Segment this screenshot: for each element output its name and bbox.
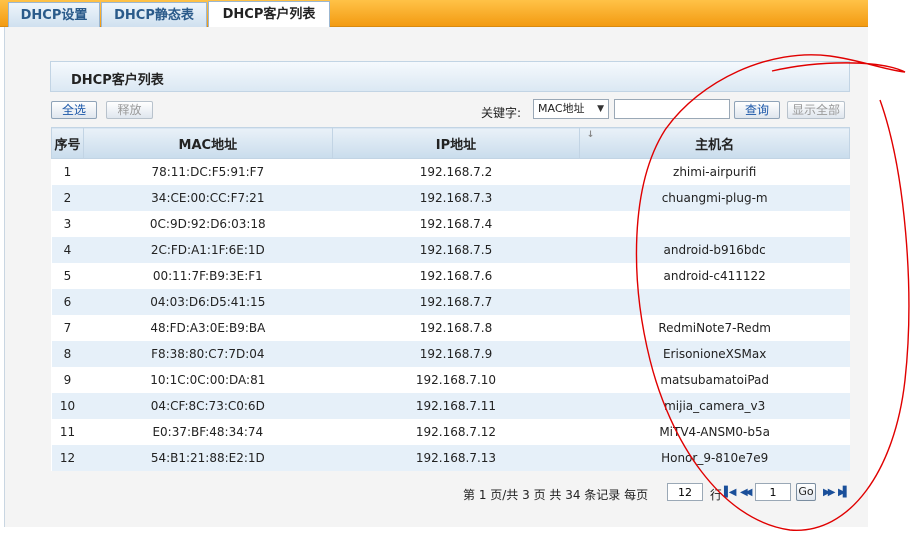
table-row[interactable]: 7 48:FD:A3:0E:B9:BA 192.168.7.8 RedmiNote7-… — [52, 315, 850, 341]
cell-ip: 192.168.7.4 — [419, 216, 493, 231]
cell-hostname — [579, 288, 850, 315]
col-header-ip[interactable]: IP地址 ↓ — [331, 127, 594, 159]
cell-ip: 192.168.7.13 — [332, 444, 580, 471]
cell-index: 12 — [51, 444, 84, 471]
col-header-index[interactable]: 序号 — [51, 127, 84, 159]
cell-hostname: android-c411122 — [663, 268, 766, 283]
rows-per-page-input[interactable] — [667, 483, 703, 501]
table-row[interactable]: 1 78:11:DC:F5:91:F7 192.168.7.2 zhimi-airpu… — [52, 159, 850, 185]
table-row[interactable]: 12 54:B1:21:88:E2:1D 192.168.7.13 Honor_9-8… — [51, 444, 850, 471]
table-row[interactable]: 4 2C:FD:A1:1F:6E:1D 192.168.7.5 android-b91… — [51, 236, 850, 263]
cell-hostname: Honor_9-810e7e9 — [579, 444, 850, 471]
show-all-button[interactable]: 显示全部 — [787, 101, 845, 119]
table-row[interactable]: 5 00:11:7F:B9:3E:F1 192.168.7.6 android-c41… — [52, 263, 850, 289]
cell-index: 4 — [51, 236, 84, 263]
cell-ip: 192.168.7.7 — [332, 288, 580, 315]
cell-hostname: matsubamatoiPad — [660, 372, 769, 387]
cell-ip: 192.168.7.5 — [332, 236, 580, 263]
pager-summary: 第 1 页/共 3 页 共 34 条记录 每页 — [463, 488, 649, 502]
tab-dhcp-static[interactable]: DHCP静态表 — [101, 2, 207, 27]
section-header: DHCP客户列表 — [50, 61, 850, 92]
cell-ip: 192.168.7.6 — [419, 268, 493, 283]
table-row[interactable]: 2 34:CE:00:CC:F7:21 192.168.7.3 chuangmi-pl… — [51, 184, 850, 211]
cell-mac: 48:FD:A3:0E:B9:BA — [150, 320, 266, 335]
keyword-type-select[interactable]: MAC地址 ▼ — [533, 99, 609, 119]
cell-mac: 54:B1:21:88:E2:1D — [83, 444, 333, 471]
tab-dhcp-settings[interactable]: DHCP设置 — [8, 2, 100, 27]
table-row[interactable]: 9 10:1C:0C:00:DA:81 192.168.7.10 matsubamat… — [52, 367, 850, 393]
cell-index: 11 — [59, 424, 76, 439]
last-page-icon[interactable]: ▶▌ — [838, 487, 851, 498]
page-number-input[interactable] — [755, 483, 791, 501]
cell-hostname — [580, 211, 850, 237]
keyword-type-value: MAC地址 — [538, 102, 585, 115]
cell-mac: E0:37:BF:48:34:74 — [152, 424, 264, 439]
cell-index: 5 — [63, 268, 72, 283]
chevron-down-icon: ▼ — [597, 104, 604, 114]
cell-index: 6 — [51, 288, 84, 315]
cell-ip: 192.168.7.9 — [332, 340, 580, 367]
table-row[interactable]: 8 F8:38:80:C7:7D:04 192.168.7.9 ErisonioneX… — [51, 340, 850, 367]
first-page-icon[interactable]: ▌◀ — [724, 487, 737, 498]
cell-mac: F8:38:80:C7:7D:04 — [83, 340, 333, 367]
col-header-hostname[interactable]: 主机名 — [579, 127, 850, 159]
table-row[interactable]: 11 E0:37:BF:48:34:74 192.168.7.12 MiTV4-ANS… — [52, 419, 850, 445]
cell-index: 10 — [51, 392, 84, 419]
table-row[interactable]: 6 04:03:D6:D5:41:15 192.168.7.7 — [51, 288, 850, 315]
cell-mac: 78:11:DC:F5:91:F7 — [151, 164, 265, 179]
search-button[interactable]: 查询 — [734, 101, 780, 119]
keyword-label: 关键字: — [481, 106, 522, 120]
cell-index: 9 — [63, 372, 72, 387]
cell-mac: 00:11:7F:B9:3E:F1 — [152, 268, 263, 283]
sort-arrow-icon: ↓ — [586, 129, 595, 140]
cell-mac: 04:03:D6:D5:41:15 — [83, 288, 333, 315]
rows-label: 行 — [710, 488, 723, 502]
cell-index: 8 — [51, 340, 84, 367]
cell-hostname: RedmiNote7-Redm — [658, 320, 771, 335]
cell-mac: 0C:9D:92:D6:03:18 — [149, 216, 266, 231]
table-row[interactable]: 10 04:CF:8C:73:C0:6D 192.168.7.11 mijia_cam… — [51, 392, 850, 419]
keyword-input[interactable] — [614, 99, 730, 119]
cell-index: 2 — [51, 184, 84, 211]
table-header-row: 序号 MAC地址 IP地址 ↓ 主机名 — [51, 127, 850, 159]
cell-hostname: mijia_camera_v3 — [579, 392, 850, 419]
go-button[interactable]: Go — [796, 483, 816, 501]
client-table: 序号 MAC地址 IP地址 ↓ 主机名 1 78:11:DC:F5:91:F7 192… — [51, 127, 850, 471]
release-button[interactable]: 释放 — [106, 101, 153, 119]
cell-hostname: MiTV4-ANSM0-b5a — [659, 424, 770, 439]
cell-mac: 34:CE:00:CC:F7:21 — [83, 184, 333, 211]
cell-mac: 2C:FD:A1:1F:6E:1D — [83, 236, 333, 263]
cell-index: 3 — [63, 216, 72, 231]
cell-hostname: ErisonioneXSMax — [579, 340, 850, 367]
cell-mac: 10:1C:0C:00:DA:81 — [150, 372, 266, 387]
cell-ip: 192.168.7.10 — [415, 372, 497, 387]
cell-ip: 192.168.7.12 — [415, 424, 497, 439]
top-tab-bar: DHCP设置 DHCP静态表 DHCP客户列表 — [0, 0, 868, 28]
section-title: DHCP客户列表 — [71, 73, 164, 88]
table-row[interactable]: 3 0C:9D:92:D6:03:18 192.168.7.4 — [52, 211, 850, 237]
cell-mac: 04:CF:8C:73:C0:6D — [83, 392, 333, 419]
cell-hostname: android-b916bdc — [579, 236, 850, 263]
cell-hostname: zhimi-airpurifi — [673, 164, 757, 179]
col-header-mac[interactable]: MAC地址 — [82, 127, 333, 159]
select-all-button[interactable]: 全选 — [51, 101, 97, 119]
cell-hostname: chuangmi-plug-m — [579, 184, 850, 211]
cell-ip: 192.168.7.2 — [419, 164, 493, 179]
cell-ip: 192.168.7.11 — [332, 392, 580, 419]
tab-dhcp-client-list[interactable]: DHCP客户列表 — [208, 1, 330, 28]
cell-index: 1 — [63, 164, 72, 179]
cell-ip: 192.168.7.8 — [419, 320, 493, 335]
cell-index: 7 — [63, 320, 72, 335]
next-page-icon[interactable]: ▶▶ — [823, 487, 836, 498]
prev-page-icon[interactable]: ◀◀ — [740, 487, 753, 498]
cell-ip: 192.168.7.3 — [332, 184, 580, 211]
